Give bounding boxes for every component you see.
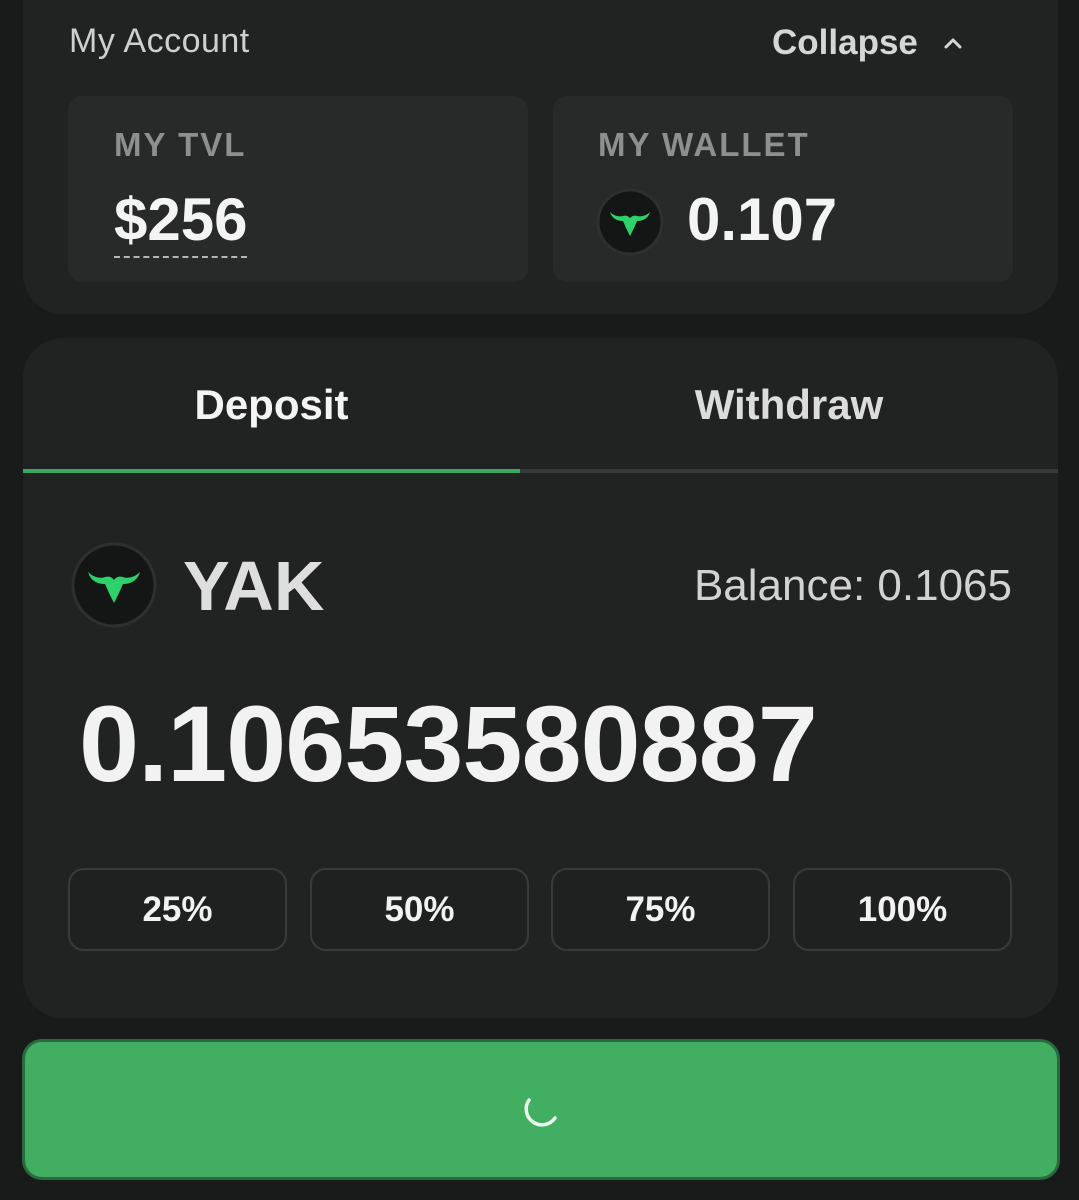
collapse-button[interactable]: Collapse (772, 20, 964, 66)
my-tvl-box: MY TVL $256 (68, 96, 528, 282)
percent-25-button[interactable]: 25% (68, 868, 287, 951)
balance-text[interactable]: Balance: 0.1065 (694, 560, 1012, 612)
account-title: My Account (69, 22, 250, 60)
tab-withdraw[interactable]: Withdraw (520, 338, 1058, 472)
yak-bull-icon (596, 188, 664, 256)
tab-deposit[interactable]: Deposit (23, 338, 520, 472)
chevron-up-icon (942, 32, 964, 54)
tab-active-indicator (23, 469, 520, 473)
token-name[interactable]: YAK (183, 546, 324, 626)
spinner-icon (521, 1090, 561, 1130)
amount-input[interactable] (79, 683, 1003, 803)
my-tvl-value[interactable]: $256 (114, 186, 248, 258)
deposit-withdraw-card: Deposit Withdraw YAK Balance: 0.1065 25%… (23, 338, 1058, 1018)
my-wallet-value: 0.107 (687, 186, 838, 253)
percent-75-button[interactable]: 75% (551, 868, 770, 951)
my-tvl-label: MY TVL (114, 126, 247, 163)
submit-deposit-button[interactable] (22, 1039, 1060, 1180)
percent-100-button[interactable]: 100% (793, 868, 1012, 951)
percent-50-button[interactable]: 50% (310, 868, 529, 951)
yak-bull-icon (71, 542, 157, 628)
collapse-label: Collapse (772, 23, 918, 62)
my-wallet-label: MY WALLET (598, 126, 810, 163)
my-wallet-box: MY WALLET 0.107 (553, 96, 1013, 282)
